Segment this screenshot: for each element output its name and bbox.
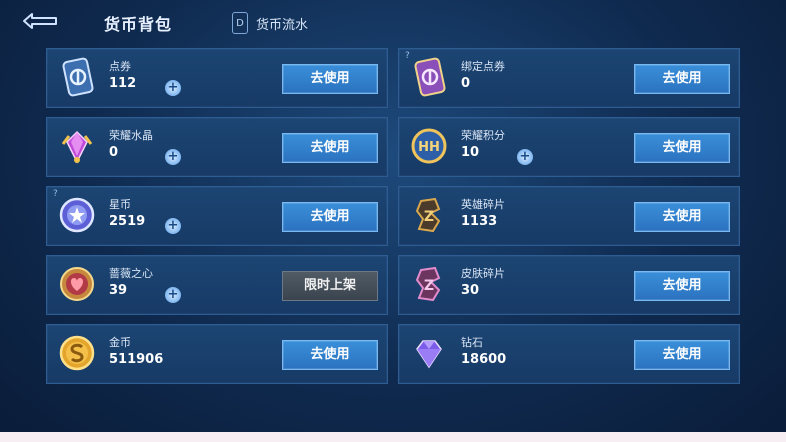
page-title: 货币背包 [104, 15, 173, 34]
currency-amount: 0 [109, 145, 119, 160]
currency-card: ? 星币 2519 + 去使用 [46, 186, 388, 246]
diamond-icon [407, 331, 451, 375]
currency-name: 荣耀水晶 [109, 129, 153, 142]
add-currency-button[interactable]: + [165, 287, 181, 303]
use-button[interactable]: 去使用 [634, 271, 730, 301]
currency-name: 英雄碎片 [461, 198, 505, 211]
svg-text:Z: Z [424, 278, 434, 294]
currency-amount: 112 [109, 76, 137, 91]
top-bar: 货币背包 D 货币流水 [0, 0, 786, 44]
add-currency-button[interactable]: + [517, 149, 533, 165]
currency-card: HH 荣耀积分 10 + 去使用 [398, 117, 740, 177]
ticket-card-icon [55, 55, 99, 99]
currency-name: 皮肤碎片 [461, 267, 505, 280]
skin-fragment-icon: Z [407, 262, 451, 306]
use-button[interactable]: 去使用 [282, 133, 378, 163]
currency-card: 蔷薇之心 39 + 限时上架 [46, 255, 388, 315]
currency-name: 绑定点券 [461, 60, 505, 73]
currency-card: 点券 112 + 去使用 [46, 48, 388, 108]
add-currency-button[interactable]: + [165, 80, 181, 96]
use-button[interactable]: 去使用 [282, 202, 378, 232]
currency-card: ? 绑定点券 0 去使用 [398, 48, 740, 108]
currency-amount: 10 [461, 145, 480, 160]
currency-flow-label: 货币流水 [256, 17, 309, 33]
gold-coin-icon [55, 331, 99, 375]
ledger-icon: D [232, 12, 248, 34]
currency-amount: 30 [461, 283, 480, 298]
back-button[interactable] [18, 10, 60, 32]
hero-fragment-icon: Z [407, 193, 451, 237]
use-button[interactable]: 去使用 [282, 64, 378, 94]
currency-name: 点券 [109, 60, 131, 73]
currency-amount: 39 [109, 283, 128, 298]
use-button[interactable]: 去使用 [634, 64, 730, 94]
currency-name: 蔷薇之心 [109, 267, 153, 280]
currency-flow-button[interactable]: D 货币流水 [232, 11, 308, 35]
bottom-strip [0, 432, 786, 442]
currency-name: 荣耀积分 [461, 129, 505, 142]
rose-heart-icon [55, 262, 99, 306]
currency-amount: 0 [461, 76, 471, 91]
currency-name: 星币 [109, 198, 131, 211]
currency-amount: 18600 [461, 352, 507, 367]
limited-badge: 限时上架 [282, 271, 378, 301]
bound-ticket-icon [407, 55, 451, 99]
glory-crystal-icon [55, 124, 99, 168]
currency-card: Z 皮肤碎片 30 去使用 [398, 255, 740, 315]
currency-name: 钻石 [461, 336, 483, 349]
currency-amount: 511906 [109, 352, 164, 367]
use-button[interactable]: 去使用 [282, 340, 378, 370]
info-icon[interactable]: ? [53, 189, 58, 199]
currency-card: 金币 511906 去使用 [46, 324, 388, 384]
currency-card: 荣耀水晶 0 + 去使用 [46, 117, 388, 177]
back-arrow-icon [23, 13, 57, 29]
add-currency-button[interactable]: + [165, 149, 181, 165]
currency-amount: 1133 [461, 214, 498, 229]
currency-card: 钻石 18600 去使用 [398, 324, 740, 384]
svg-text:Z: Z [424, 209, 434, 225]
info-icon[interactable]: ? [405, 51, 410, 61]
currency-name: 金币 [109, 336, 131, 349]
star-coin-icon [55, 193, 99, 237]
svg-text:HH: HH [418, 140, 440, 155]
currency-amount: 2519 [109, 214, 146, 229]
use-button[interactable]: 去使用 [634, 340, 730, 370]
currency-card: Z 英雄碎片 1133 去使用 [398, 186, 740, 246]
glory-points-icon: HH [407, 124, 451, 168]
add-currency-button[interactable]: + [165, 218, 181, 234]
use-button[interactable]: 去使用 [634, 202, 730, 232]
use-button[interactable]: 去使用 [634, 133, 730, 163]
